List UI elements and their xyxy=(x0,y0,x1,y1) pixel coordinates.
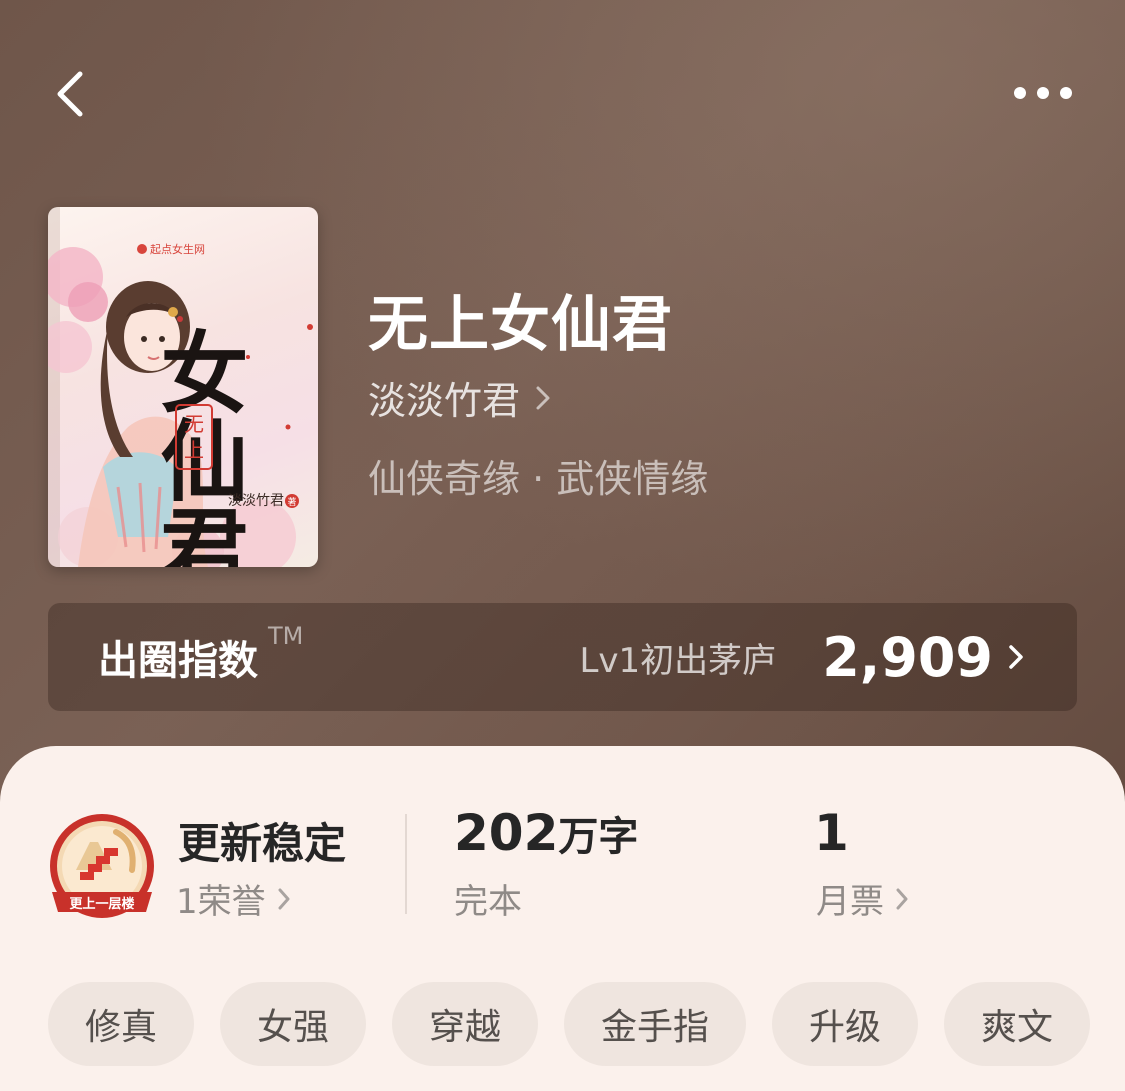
word-count-number: 202 xyxy=(454,804,559,862)
index-level: Lv1初出茅庐 xyxy=(579,640,777,681)
tag-chip[interactable]: 修真 xyxy=(48,982,194,1066)
tag-list: 修真 女强 穿越 金手指 升级 爽文 xyxy=(48,982,1090,1066)
book-title: 无上女仙君 xyxy=(368,290,673,360)
honor-medal-icon[interactable]: 更上一层楼 xyxy=(46,812,158,924)
book-cover[interactable]: 起点女生网 女仙君 无上 淡淡竹君 著 xyxy=(48,207,318,567)
back-button[interactable] xyxy=(44,62,100,126)
author-link[interactable]: 淡淡竹君 xyxy=(368,370,552,425)
honor-link[interactable]: 1荣誉 xyxy=(176,874,292,923)
more-button[interactable] xyxy=(1000,70,1080,116)
monthly-ticket-count: 1 xyxy=(814,804,849,862)
honor-count: 1荣誉 xyxy=(176,882,266,922)
cover-publisher-logo: 起点女生网 xyxy=(150,242,205,256)
word-count-unit: 万字 xyxy=(558,814,639,860)
chevron-right-icon xyxy=(536,386,550,409)
more-horizontal-icon xyxy=(1014,87,1072,99)
medal-text: 更上一层楼 xyxy=(69,896,134,912)
popularity-index-bar[interactable]: 出圈指数TM Lv1初出茅庐 2,909 xyxy=(48,603,1077,711)
word-count: 202万字 xyxy=(454,804,638,862)
stats-divider xyxy=(405,814,407,914)
index-label: 出圈指数TM xyxy=(98,622,304,684)
chevron-right-icon xyxy=(1009,645,1023,669)
tag-chip[interactable]: 女强 xyxy=(220,982,366,1066)
monthly-ticket-link[interactable]: 月票 xyxy=(816,874,910,923)
tag-chip[interactable]: 爽文 xyxy=(944,982,1090,1066)
chevron-right-icon xyxy=(278,888,290,909)
author-name: 淡淡竹君 xyxy=(368,379,521,423)
cover-author-mark: 著 xyxy=(287,496,296,508)
cover-author-art: 淡淡竹君 xyxy=(228,493,284,509)
monthly-ticket-label: 月票 xyxy=(816,882,884,922)
trademark-mark: TM xyxy=(268,622,304,650)
tag-chip[interactable]: 升级 xyxy=(772,982,918,1066)
chevron-left-icon xyxy=(57,71,83,117)
tag-chip[interactable]: 金手指 xyxy=(564,982,746,1066)
genre-tags: 仙侠奇缘 · 武侠情缘 xyxy=(368,457,709,501)
honor-title: 更新稳定 xyxy=(178,819,347,868)
chevron-right-icon xyxy=(896,888,908,909)
completion-status: 完本 xyxy=(454,882,522,922)
index-score: 2,909 xyxy=(822,625,993,689)
book-stats-panel: 更上一层楼 更新稳定 1荣誉 202万字 完本 1 月票 修真 女强 穿越 金手… xyxy=(0,746,1125,1091)
tag-chip[interactable]: 穿越 xyxy=(392,982,538,1066)
